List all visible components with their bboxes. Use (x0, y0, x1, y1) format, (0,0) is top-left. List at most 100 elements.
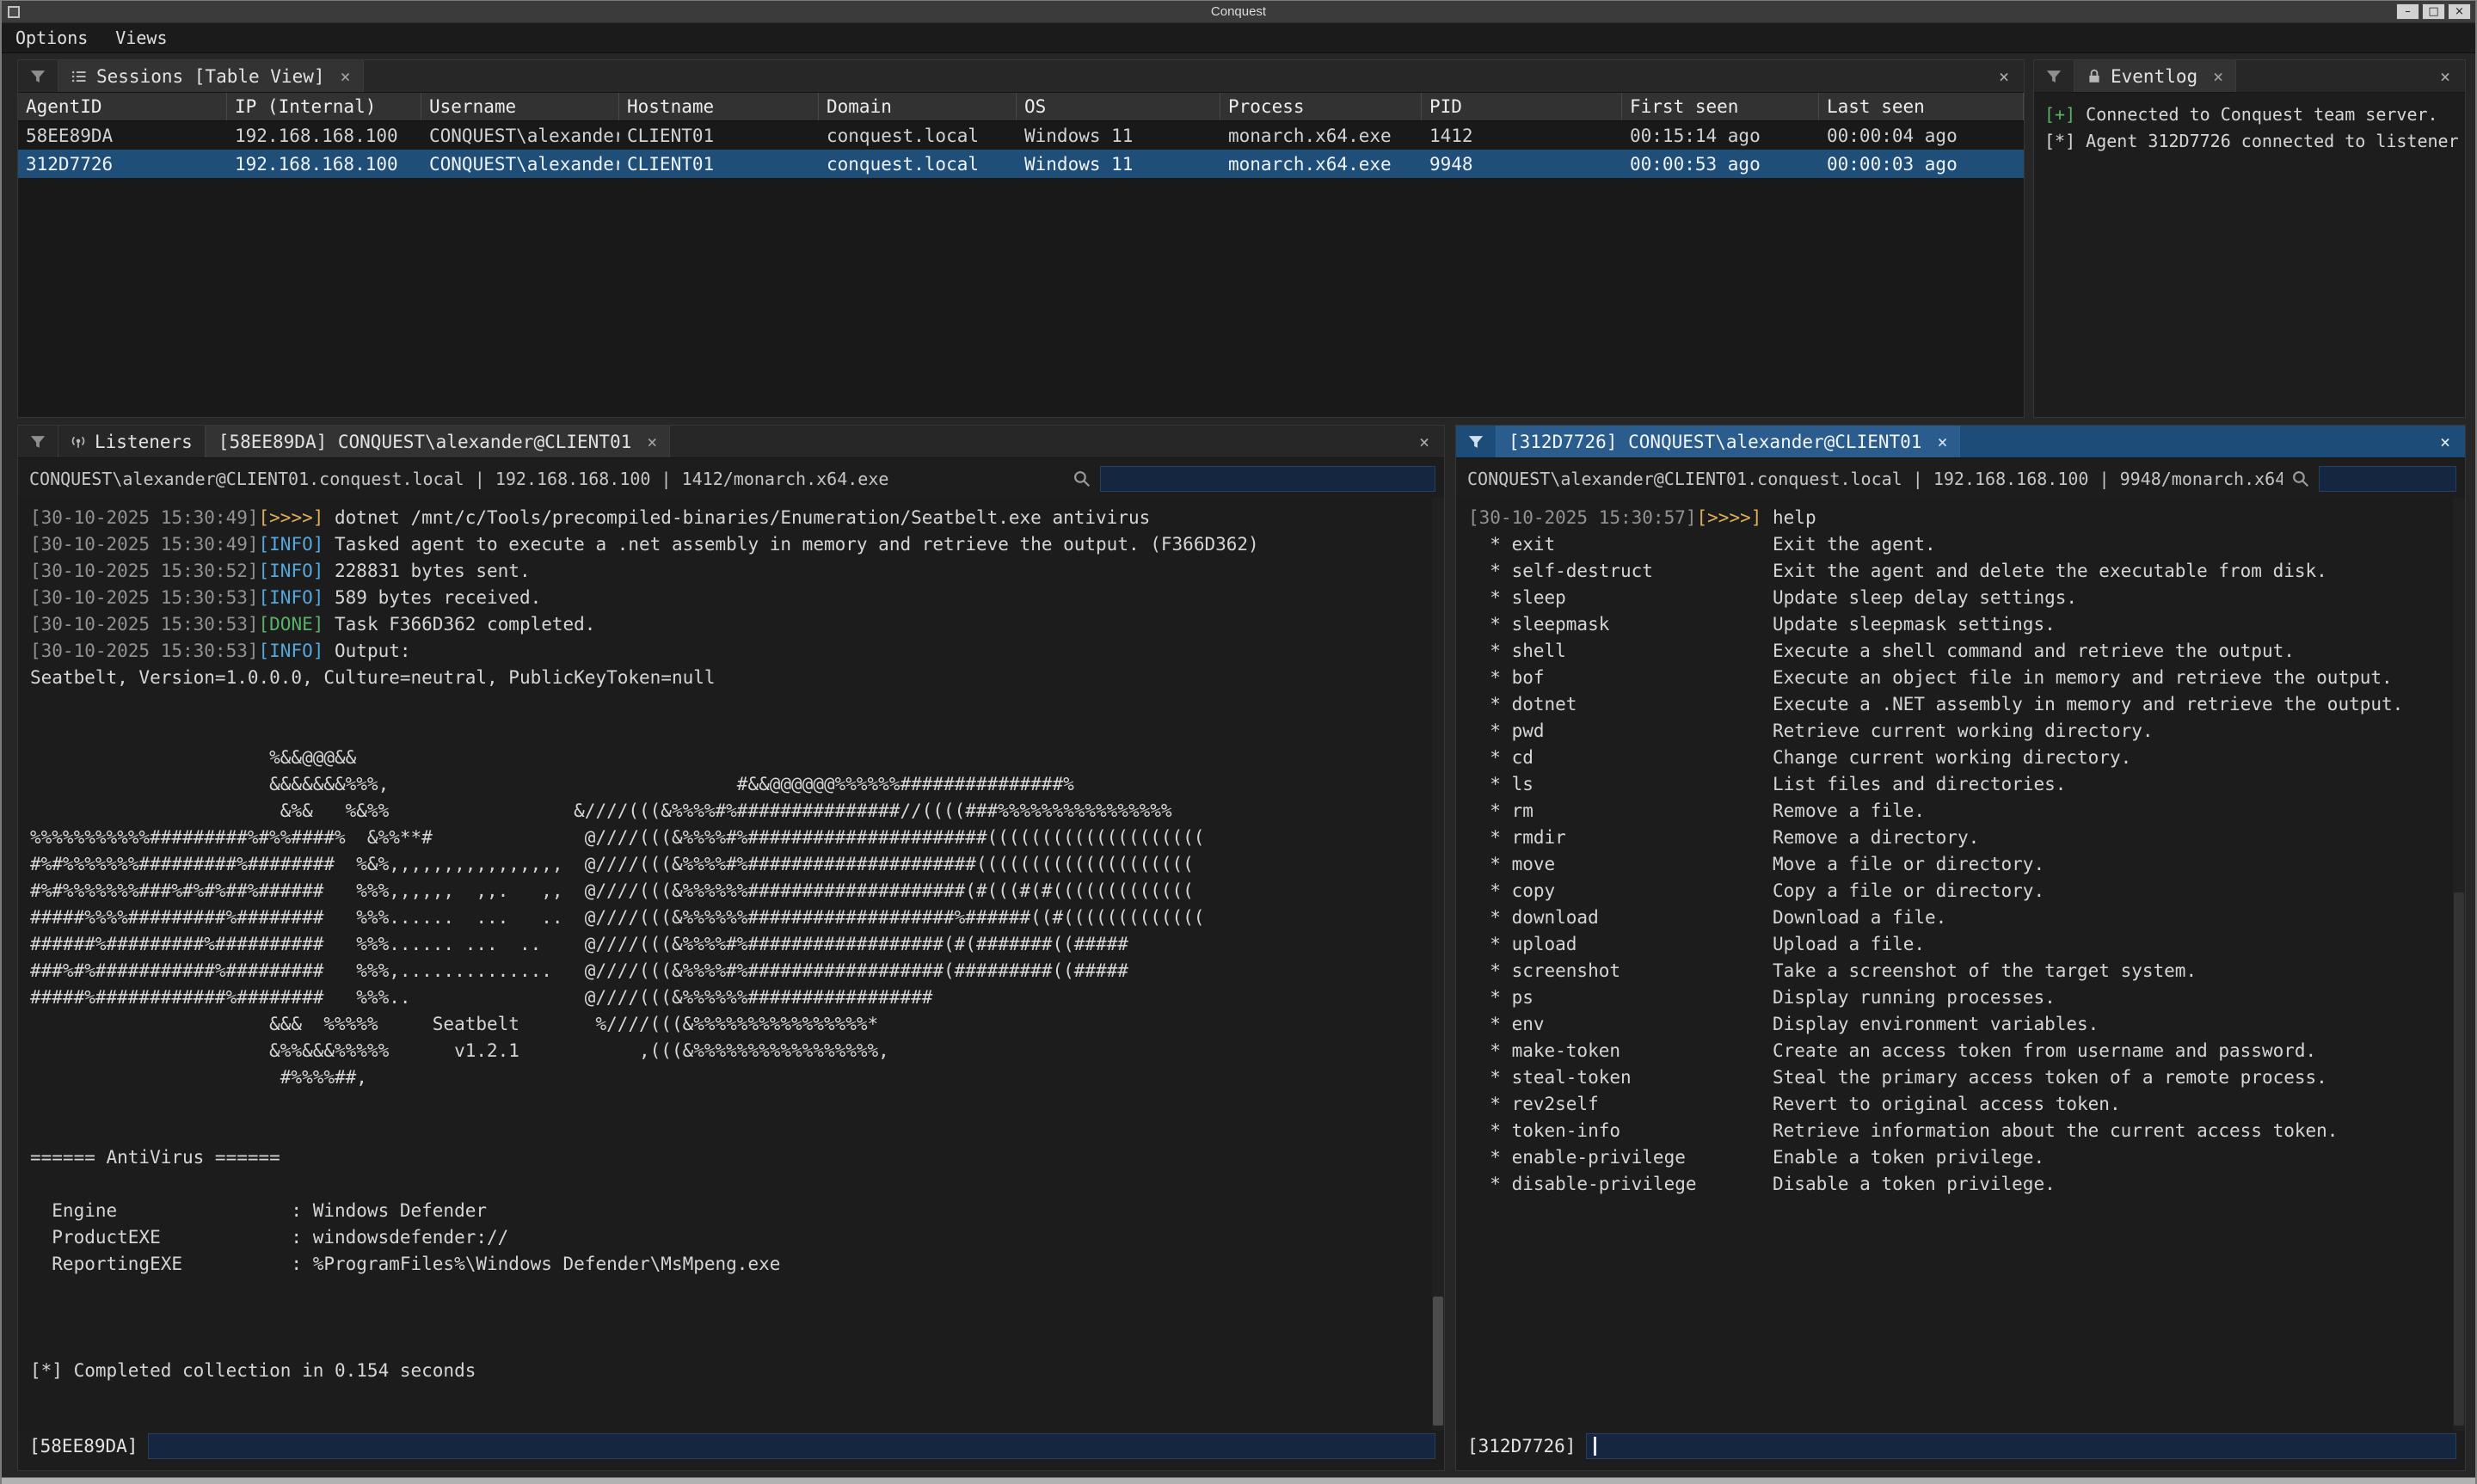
panel-close-icon[interactable]: × (2425, 60, 2465, 92)
filter-funnel-icon[interactable] (18, 426, 58, 457)
window-controls: – □ × (2396, 3, 2475, 20)
help-command-name: * copy (1468, 880, 1773, 901)
tab-close-icon[interactable]: × (1937, 432, 1947, 452)
console-line: #%%%%##, (30, 1064, 1444, 1091)
help-command-name: * steal-token (1468, 1067, 1773, 1088)
eventlog-tabbar: Eventlog × × (2034, 60, 2465, 93)
console-line: &%& %&%% &////(((&%%%%#%###############/… (30, 798, 1444, 825)
help-command-line: * steal-token Steal the primary access t… (1468, 1064, 2465, 1091)
close-button[interactable]: × (2448, 3, 2471, 20)
tab-sessions-table-view[interactable]: Sessions [Table View] × (58, 60, 364, 92)
tab-label: Eventlog (2111, 66, 2197, 87)
help-command-name: * env (1468, 1014, 1773, 1034)
help-command-line: * env Display environment variables. (1468, 1011, 2465, 1038)
session-cell: conquest.local (819, 150, 1017, 178)
menu-options[interactable]: Options (2, 23, 101, 52)
column-header[interactable]: IP (Internal) (227, 93, 421, 120)
column-header[interactable]: Last seen (1819, 93, 2024, 120)
help-command-description: Remove a directory. (1773, 827, 1979, 848)
tab-label: Sessions [Table View] (96, 66, 325, 87)
session-row-312D7726[interactable]: 312D7726192.168.168.100CONQUEST\alexande… (18, 150, 2024, 178)
tab-label: Listeners (95, 432, 193, 452)
help-command-line: * pwd Retrieve current working directory… (1468, 718, 2465, 745)
scrollbar-track[interactable] (1432, 498, 1444, 1431)
help-command-name: * pwd (1468, 721, 1773, 741)
tab-close-icon[interactable]: × (341, 66, 351, 87)
session-cell: conquest.local (819, 121, 1017, 150)
menu-views[interactable]: Views (101, 23, 181, 52)
command-input[interactable] (1586, 1433, 2456, 1459)
panel-close-icon[interactable]: × (1404, 426, 1444, 457)
column-header[interactable]: PID (1422, 93, 1622, 120)
console-line (30, 1304, 1444, 1331)
session-cell: CLIENT01 (619, 121, 819, 150)
console-output: [30-10-2025 15:30:49][>>>>] dotnet /mnt/… (18, 498, 1444, 1431)
column-header[interactable]: Process (1220, 93, 1422, 120)
filter-funnel-icon[interactable] (1456, 426, 1496, 457)
panel-close-icon[interactable]: × (2425, 426, 2465, 457)
agent-console-312D7726-panel: [312D7726] CONQUEST\alexander@CLIENT01 ×… (1455, 425, 2466, 1471)
tab-agent-58EE89DA[interactable]: [58EE89DA] CONQUEST\alexander@CLIENT01 × (206, 426, 670, 457)
console-line: [30-10-2025 15:30:49][INFO] Tasked agent… (30, 531, 1444, 558)
column-header[interactable]: Hostname (619, 93, 819, 120)
column-header[interactable]: OS (1017, 93, 1220, 120)
column-header[interactable]: Username (421, 93, 619, 120)
tab-eventlog[interactable]: Eventlog × (2074, 60, 2236, 92)
help-command-name: * cd (1468, 747, 1773, 768)
eventlog-output: [+] Connected to Conquest team server.[*… (2034, 93, 2465, 417)
command-input[interactable] (148, 1433, 1435, 1459)
scrollbar-track[interactable] (2453, 498, 2465, 1431)
console-line (30, 1118, 1444, 1144)
tab-close-icon[interactable]: × (647, 432, 657, 452)
panel-close-icon[interactable]: × (1984, 60, 2024, 92)
console-line: Engine : Windows Defender (30, 1198, 1444, 1224)
console-line: [30-10-2025 15:30:53][INFO] Output: (30, 638, 1444, 665)
agent-status-row: CONQUEST\alexander@CLIENT01.conquest.loc… (18, 458, 1444, 498)
tab-listeners[interactable]: Listeners (58, 426, 206, 457)
help-command-name: * ls (1468, 774, 1773, 794)
maximize-button[interactable]: □ (2422, 3, 2445, 20)
search-input[interactable] (2319, 466, 2456, 492)
search-icon (2291, 469, 2310, 488)
help-command-description: Execute an object file in memory and ret… (1773, 667, 2393, 688)
help-command-description: Update sleep delay settings. (1773, 587, 2077, 608)
command-input-row: [312D7726] (1456, 1431, 2465, 1470)
tab-close-icon[interactable]: × (2213, 66, 2223, 87)
help-command-name: * rev2self (1468, 1094, 1773, 1114)
filter-funnel-icon[interactable] (2034, 60, 2074, 92)
console-line (30, 691, 1444, 718)
help-command-name: * rm (1468, 800, 1773, 821)
scrollbar-thumb[interactable] (1433, 1297, 1443, 1426)
console-line: &%%&&&%%%%% v1.2.1 ,(((&%%%%%%%%%%%%%%%%… (30, 1038, 1444, 1064)
command-input-row: [58EE89DA] (18, 1431, 1444, 1470)
help-command-description: Take a screenshot of the target system. (1773, 960, 2197, 981)
help-command-line: * shell Execute a shell command and retr… (1468, 638, 2465, 665)
column-header[interactable]: First seen (1622, 93, 1819, 120)
help-command-description: Retrieve information about the current a… (1773, 1120, 2338, 1141)
window-resize-edge[interactable] (2, 1477, 2475, 1484)
help-command-line: * move Move a file or directory. (1468, 851, 2465, 878)
sessions-panel: Sessions [Table View] × × AgentIDIP (Int… (17, 59, 2025, 418)
tab-agent-312D7726[interactable]: [312D7726] CONQUEST\alexander@CLIENT01 × (1496, 426, 1960, 457)
help-command-description: Remove a file. (1773, 800, 1925, 821)
eventlog-panel: Eventlog × × [+] Connected to Conquest t… (2033, 59, 2466, 418)
tab-label: [312D7726] CONQUEST\alexander@CLIENT01 (1509, 432, 1921, 452)
help-command-description: Upload a file. (1773, 934, 1925, 954)
help-command-line: * make-token Create an access token from… (1468, 1038, 2465, 1064)
session-row-58EE89DA[interactable]: 58EE89DA192.168.168.100CONQUEST\alexande… (18, 121, 2024, 150)
help-command-line: * rmdir Remove a directory. (1468, 825, 2465, 851)
help-command-name: * sleep (1468, 587, 1773, 608)
minimize-button[interactable]: – (2396, 3, 2419, 20)
column-header[interactable]: AgentID (18, 93, 227, 120)
help-command-line: * disable-privilege Disable a token priv… (1468, 1171, 2465, 1198)
app-icon (8, 6, 20, 18)
console-line: [*] Completed collection in 0.154 second… (30, 1358, 1444, 1384)
session-cell: monarch.x64.exe (1220, 121, 1422, 150)
left-console-tabbar: Listeners [58EE89DA] CONQUEST\alexander@… (18, 426, 1444, 458)
text-caret (1594, 1437, 1596, 1456)
column-header[interactable]: Domain (819, 93, 1017, 120)
scrollbar-thumb[interactable] (2454, 892, 2464, 1426)
search-input[interactable] (1100, 466, 1435, 492)
session-cell: Windows 11 (1017, 150, 1220, 178)
filter-funnel-icon[interactable] (18, 60, 58, 92)
